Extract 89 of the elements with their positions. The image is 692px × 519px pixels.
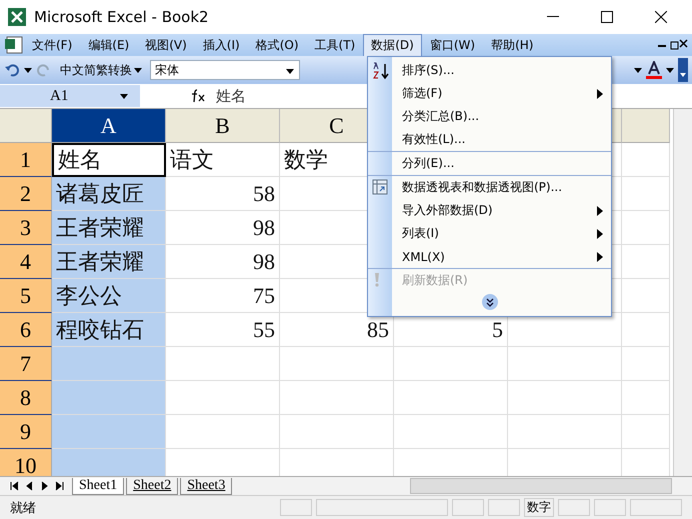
status-text: 就绪: [10, 500, 37, 516]
table-cell: 98: [166, 245, 280, 279]
table-cell: 李公公: [52, 279, 166, 313]
vertical-scrollbar[interactable]: [673, 109, 692, 476]
font-field[interactable]: 宋体: [150, 60, 300, 80]
status-panel: [558, 499, 590, 516]
sheet-navigation-icon[interactable]: [10, 481, 19, 491]
row-header[interactable]: 2: [0, 177, 52, 211]
status-panel: [594, 499, 626, 516]
table-cell: 王者荣耀: [52, 245, 166, 279]
table-cell: 75: [166, 279, 280, 313]
status-panel: [630, 499, 682, 516]
table-cell: [622, 347, 670, 381]
formula-field[interactable]: 姓名: [206, 86, 246, 106]
menu-item[interactable]: 排序(S)...: [368, 59, 611, 82]
table-cell: 58: [166, 177, 280, 211]
font-color-icon[interactable]: [646, 61, 662, 79]
status-panel: [488, 499, 520, 516]
table-cell: [622, 313, 670, 347]
horizontal-scrollbar[interactable]: [410, 478, 672, 494]
menu-item[interactable]: 编辑(E): [80, 34, 138, 56]
row-header[interactable]: 8: [0, 381, 52, 415]
function-icon[interactable]: [190, 89, 206, 103]
minimize-icon[interactable]: [547, 16, 559, 18]
row-header[interactable]: 5: [0, 279, 52, 313]
row-header[interactable]: 3: [0, 211, 52, 245]
sheet-navigation-icon[interactable]: [55, 481, 64, 491]
menu-item[interactable]: 筛选(F): [368, 82, 611, 105]
sheet-tab[interactable]: Sheet3: [180, 478, 232, 494]
submenu-arrow-icon: [597, 88, 603, 98]
status-panel: [280, 499, 312, 516]
menu-item[interactable]: 视图(V): [137, 34, 195, 56]
menu-item[interactable]: 帮助(H): [483, 34, 542, 56]
table-cell: [622, 381, 670, 415]
menu-item[interactable]: 工具(T): [306, 34, 364, 56]
caret-icon: [24, 68, 32, 72]
row-header[interactable]: 9: [0, 415, 52, 449]
caret-icon: [666, 68, 674, 72]
menu-item[interactable]: 数据(D): [363, 34, 422, 56]
sort-ascending-icon: [372, 62, 390, 80]
menu-item[interactable]: 分列(E)...: [368, 151, 611, 175]
convert-dropdown[interactable]: 中文简繁转换: [56, 60, 146, 80]
menu-item[interactable]: 插入(I): [194, 34, 248, 56]
table-cell: 语文: [166, 143, 280, 177]
name-box[interactable]: A1: [0, 85, 140, 107]
column-header[interactable]: B: [166, 109, 280, 143]
row-header[interactable]: 10: [0, 449, 52, 476]
table-cell: 98: [166, 211, 280, 245]
num-lock-indicator: 数字: [524, 498, 554, 517]
toolbar-options-icon[interactable]: [678, 58, 688, 82]
sheet-tab[interactable]: Sheet1: [72, 478, 124, 494]
menu-item[interactable]: 格式(O): [248, 34, 307, 56]
caret-icon: [634, 68, 642, 72]
caret-icon: [120, 94, 128, 98]
caret-icon: [134, 68, 142, 72]
submenu-arrow-icon: [597, 228, 603, 238]
redo-icon: [36, 62, 52, 78]
table-cell: 诸葛皮匠: [52, 177, 166, 211]
maximize-icon[interactable]: [601, 11, 613, 23]
status-panel: [452, 499, 484, 516]
menu-item[interactable]: 列表(I): [368, 222, 611, 245]
row-header[interactable]: 7: [0, 347, 52, 381]
workbook-icon[interactable]: [4, 36, 24, 54]
caret-icon: [286, 69, 294, 74]
row-header[interactable]: 1: [0, 143, 52, 177]
table-cell: 程咬钻石: [52, 313, 166, 347]
submenu-arrow-icon: [597, 206, 603, 216]
menu-item[interactable]: 文件(F): [24, 34, 80, 56]
table-cell: 王者荣耀: [52, 211, 166, 245]
menu-item[interactable]: 窗口(W): [422, 34, 484, 56]
window-title: Microsoft Excel - Book2: [34, 8, 210, 26]
menu-item[interactable]: XML(X): [368, 245, 611, 268]
column-header[interactable]: A: [52, 109, 166, 143]
exclamation-icon: [372, 272, 382, 288]
table-cell: 55: [166, 313, 280, 347]
menu-item[interactable]: 数据透视表和数据透视图(P)...: [368, 175, 611, 199]
pivot-table-icon: [372, 179, 388, 195]
excel-logo-icon: [8, 8, 26, 26]
row-header[interactable]: 4: [0, 245, 52, 279]
table-cell: 姓名: [52, 143, 166, 177]
restore-window-icon[interactable]: [658, 39, 688, 51]
row-header[interactable]: 6: [0, 313, 52, 347]
sheet-tab[interactable]: Sheet2: [126, 478, 178, 494]
menu-item[interactable]: 导入外部数据(D): [368, 199, 611, 222]
submenu-arrow-icon: [597, 252, 603, 262]
undo-icon[interactable]: [4, 62, 20, 78]
table-cell: [622, 415, 670, 449]
close-icon[interactable]: [655, 11, 667, 23]
expand-menu-icon[interactable]: [482, 294, 498, 310]
